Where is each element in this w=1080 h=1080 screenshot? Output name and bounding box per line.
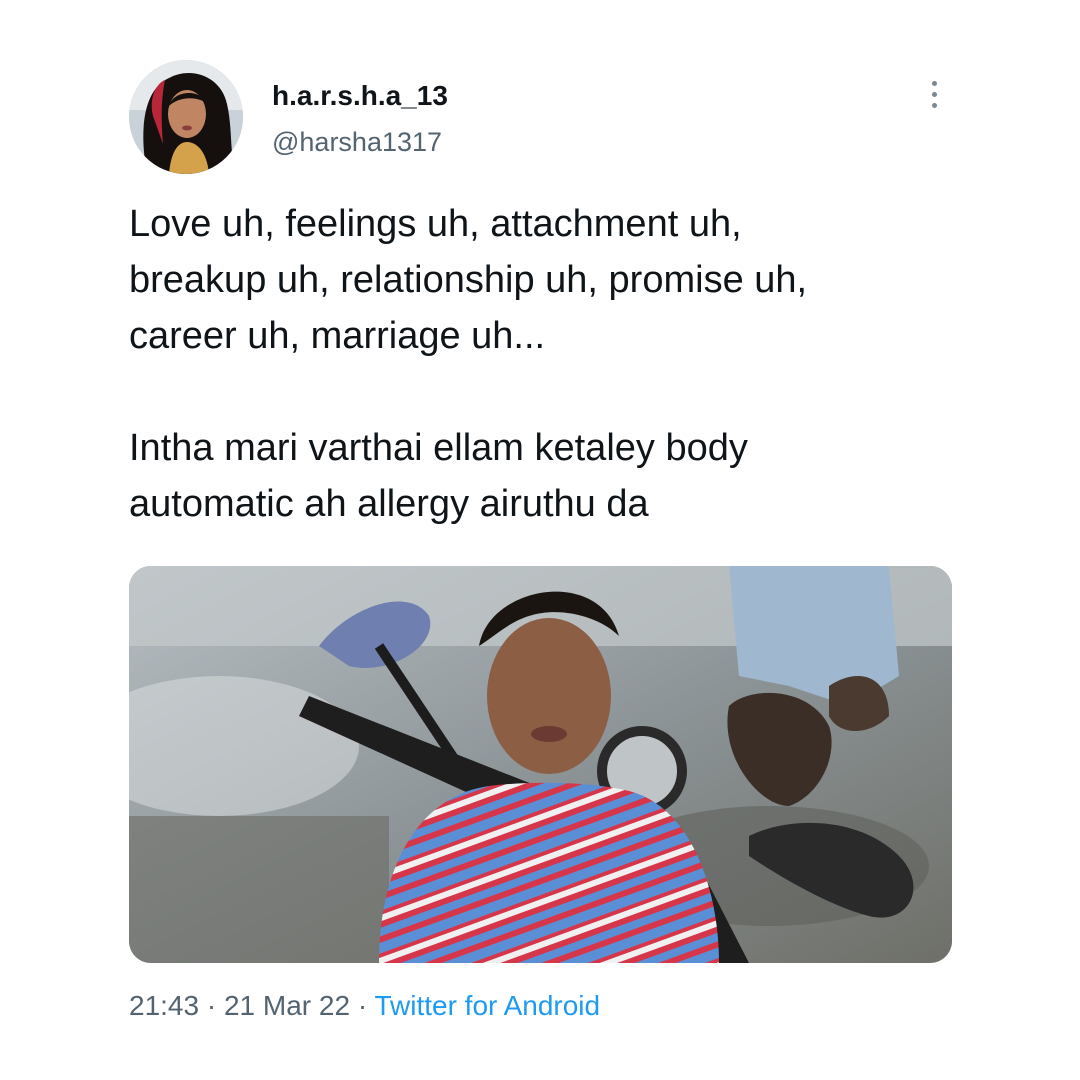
- tweet-text: Love uh, feelings uh, attachment uh, bre…: [129, 196, 959, 532]
- profile-avatar[interactable]: [129, 60, 243, 174]
- tweet-source-link[interactable]: Twitter for Android: [374, 990, 600, 1021]
- tweet-time[interactable]: 21:43: [129, 990, 199, 1021]
- avatar-image: [129, 60, 243, 174]
- user-handle[interactable]: @harsha1317: [272, 126, 442, 158]
- tweet-text-line: automatic ah allergy airuthu da: [129, 483, 649, 525]
- tweet-media-image[interactable]: [129, 566, 952, 963]
- tweet-text-line: career uh, marriage uh...: [129, 315, 546, 357]
- tweet-text-line: Love uh, feelings uh, attachment uh,: [129, 203, 742, 245]
- display-name[interactable]: h.a.r.s.h.a_13: [272, 79, 448, 113]
- tweet-date[interactable]: 21 Mar 22: [224, 990, 350, 1021]
- media-photo: [129, 566, 952, 963]
- tweet-metadata: 21:43 · 21 Mar 22 · Twitter for Android: [129, 988, 600, 1024]
- more-options-button[interactable]: [920, 78, 950, 112]
- tweet-text-line: breakup uh, relationship uh, promise uh,: [129, 259, 808, 301]
- meta-separator: ·: [357, 990, 368, 1021]
- meta-separator: ·: [206, 990, 217, 1021]
- tweet-text-line: Intha mari varthai ellam ketaley body: [129, 427, 748, 469]
